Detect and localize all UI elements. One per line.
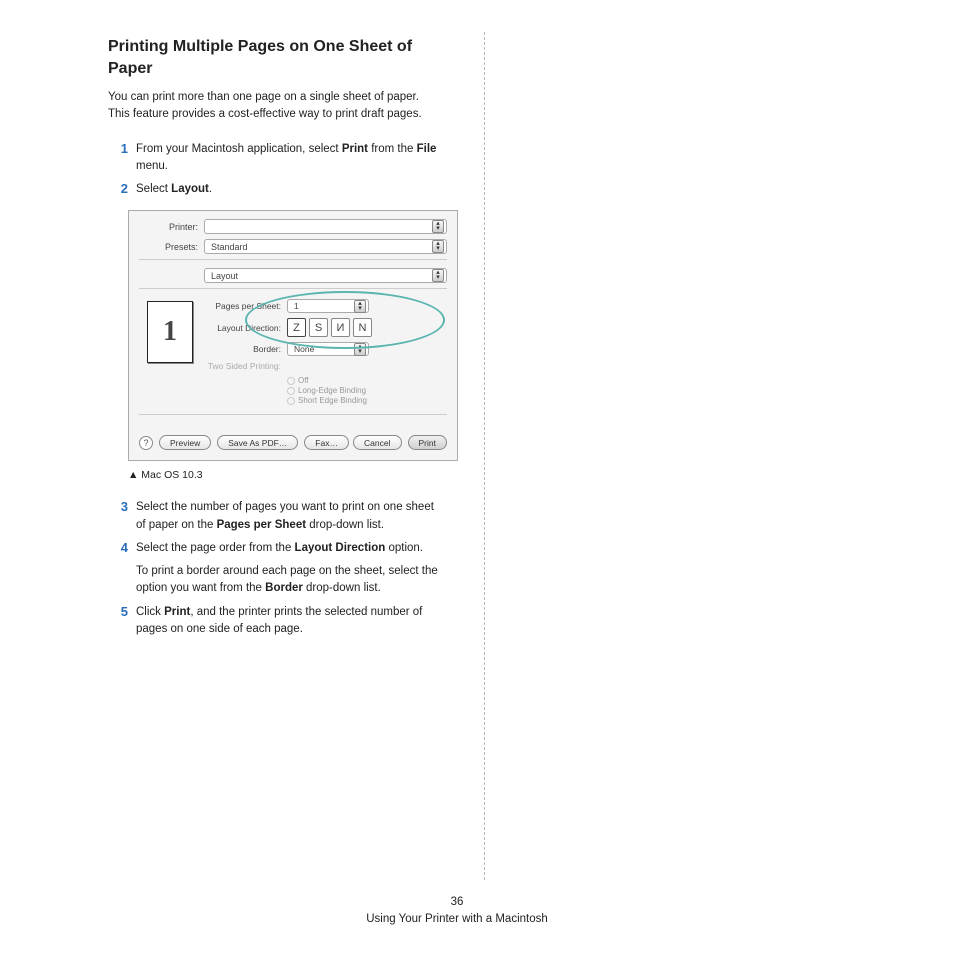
intro-paragraph: You can print more than one page on a si… — [108, 89, 440, 122]
border-label: Border: — [207, 344, 287, 354]
dropdown-icon — [432, 240, 444, 253]
footer-title: Using Your Printer with a Macintosh — [0, 911, 914, 928]
step-1: 1 From your Macintosh application, selec… — [108, 141, 440, 176]
page-footer: 36 Using Your Printer with a Macintosh — [0, 894, 914, 929]
section-heading: Printing Multiple Pages on One Sheet of … — [108, 36, 440, 79]
save-pdf-button[interactable]: Save As PDF… — [217, 435, 298, 450]
help-button[interactable]: ? — [139, 436, 153, 450]
layout-direction-option-3[interactable]: И — [331, 318, 350, 337]
dropdown-icon — [354, 343, 366, 356]
step-number: 2 — [108, 181, 128, 198]
page-number: 36 — [0, 894, 914, 911]
border-select[interactable]: None — [287, 342, 369, 356]
cancel-button[interactable]: Cancel — [353, 435, 401, 450]
preview-button[interactable]: Preview — [159, 435, 211, 450]
figure-caption: ▲ Mac OS 10.3 — [128, 469, 440, 481]
two-sided-label: Two Sided Printing: — [207, 361, 287, 371]
layout-direction-label: Layout Direction: — [207, 323, 287, 333]
layout-direction-option-4[interactable]: N — [353, 318, 372, 337]
print-button[interactable]: Print — [408, 435, 447, 450]
step-number: 3 — [108, 499, 128, 534]
step-number: 5 — [108, 604, 128, 639]
step-text: Select Layout. — [136, 181, 212, 198]
layout-direction-option-1[interactable]: Z — [287, 318, 306, 337]
pages-per-sheet-select[interactable]: 1 — [287, 299, 369, 313]
step-text: Select the number of pages you want to p… — [136, 499, 440, 534]
step-4: 4 Select the page order from the Layout … — [108, 540, 440, 598]
step-5: 5 Click Print, and the printer prints th… — [108, 604, 440, 639]
presets-label: Presets: — [139, 242, 204, 252]
radio-short-edge[interactable]: Short Edge Binding — [287, 396, 443, 405]
panel-select[interactable]: Layout — [204, 268, 447, 283]
radio-long-edge[interactable]: Long-Edge Binding — [287, 386, 443, 395]
dropdown-icon — [354, 300, 366, 313]
page-preview: 1 — [147, 301, 193, 363]
step-2: 2 Select Layout. — [108, 181, 440, 198]
printer-label: Printer: — [139, 222, 204, 232]
dropdown-icon — [432, 220, 444, 233]
step-text: Click Print, and the printer prints the … — [136, 604, 440, 639]
step-number: 4 — [108, 540, 128, 598]
layout-direction-option-2[interactable]: S — [309, 318, 328, 337]
column-divider — [484, 32, 485, 880]
radio-off[interactable]: Off — [287, 376, 443, 385]
pages-per-sheet-label: Pages per Sheet: — [207, 301, 287, 311]
radio-icon — [287, 387, 295, 395]
radio-icon — [287, 377, 295, 385]
step-text: From your Macintosh application, select … — [136, 141, 440, 176]
fax-button[interactable]: Fax… — [304, 435, 349, 450]
printer-select[interactable] — [204, 219, 447, 234]
presets-select[interactable]: Standard — [204, 239, 447, 254]
step-text: Select the page order from the Layout Di… — [136, 540, 440, 598]
step-number: 1 — [108, 141, 128, 176]
radio-icon — [287, 397, 295, 405]
dropdown-icon — [432, 269, 444, 282]
step-3: 3 Select the number of pages you want to… — [108, 499, 440, 534]
print-dialog: Printer: Presets: Standard Layout 1 — [128, 210, 458, 461]
